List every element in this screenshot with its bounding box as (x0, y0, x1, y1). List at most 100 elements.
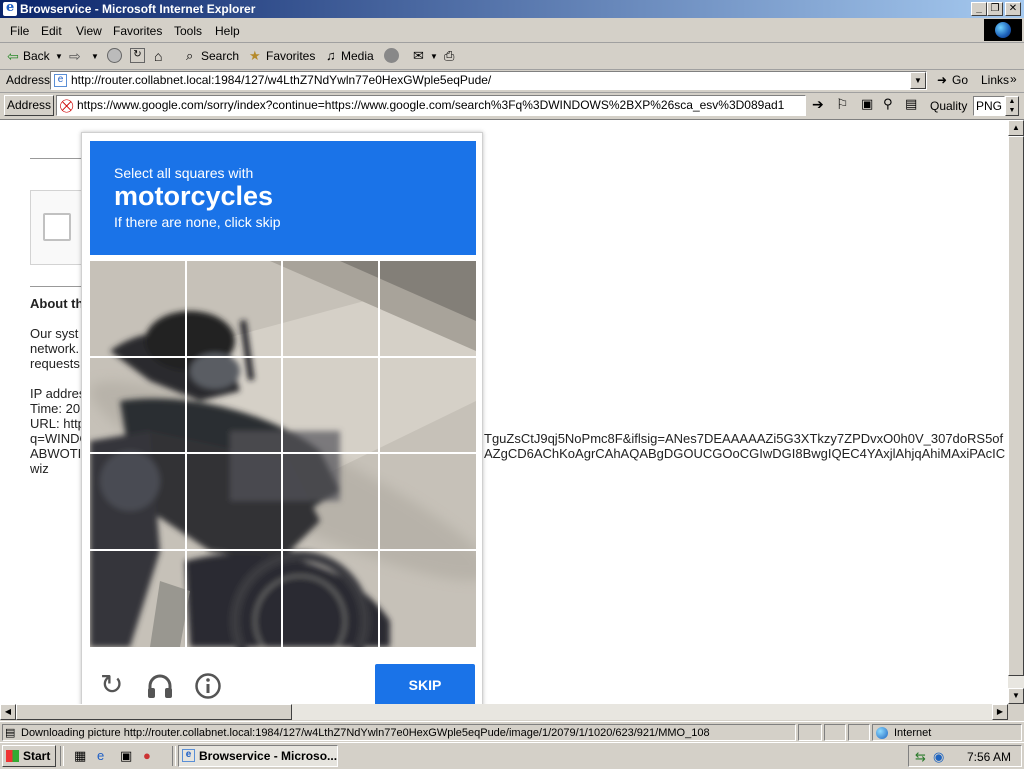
captcha-tile[interactable] (90, 550, 187, 647)
favorites-button[interactable]: Favorites (266, 49, 315, 63)
security-icon[interactable]: ◉ (933, 749, 944, 765)
info-icon[interactable] (194, 672, 222, 700)
network-icon[interactable]: ⇆ (915, 749, 926, 765)
captcha-tile[interactable] (186, 454, 283, 551)
stop-icon[interactable] (107, 48, 122, 63)
start-label: Start (23, 749, 51, 763)
ie-quicklaunch-icon[interactable]: e (97, 748, 104, 763)
go-button[interactable]: Go (952, 73, 968, 87)
forward-dropdown-icon[interactable]: ▼ (91, 52, 99, 61)
maximize-button[interactable]: ❐ (987, 2, 1003, 16)
captcha-tile[interactable] (380, 551, 477, 648)
find-icon[interactable]: ⚲ (883, 96, 893, 112)
forward-arrow-icon[interactable]: ⇨ (69, 48, 84, 64)
search-icon[interactable]: ⌕ (186, 48, 201, 63)
audio-icon[interactable] (146, 672, 174, 700)
minimize-button[interactable]: _ (971, 2, 987, 16)
scroll-left-icon[interactable]: ◀ (0, 704, 16, 720)
save-icon[interactable]: ▣ (861, 96, 873, 112)
menu-edit[interactable]: Edit (41, 24, 62, 38)
skip-button[interactable]: SKIP (375, 664, 475, 706)
inner-address-input[interactable]: ⛒ https://www.google.com/sorry/index?con… (56, 95, 806, 116)
mail-dropdown-icon[interactable]: ▼ (430, 52, 438, 61)
captcha-tile[interactable] (187, 550, 283, 647)
quality-spinner[interactable]: ▲ ▼ (1005, 96, 1019, 116)
vertical-scrollbar[interactable]: ▲ ▼ (1008, 120, 1024, 704)
standard-toolbar: ⇦ Back ▼ ⇨ ▼ ↻ ⌂ ⌕ Search ★ Favorites ♫ … (0, 43, 1024, 70)
url-text: URL: http (30, 416, 85, 431)
ie-icon: e (182, 749, 195, 762)
quality-value: PNG (976, 99, 1003, 113)
page-icon: e (54, 74, 67, 87)
captcha-tile[interactable] (379, 454, 476, 551)
home-icon[interactable]: ⌂ (154, 48, 169, 64)
captcha-tile[interactable] (186, 357, 283, 454)
go-arrow-icon[interactable]: ➜ (937, 73, 947, 87)
captcha-image-grid (90, 261, 476, 647)
menu-help[interactable]: Help (215, 24, 240, 38)
captcha-tile[interactable] (379, 261, 476, 358)
time-text: Time: 20 (30, 401, 81, 416)
captcha-tile[interactable] (90, 261, 187, 358)
captcha-tile[interactable] (90, 454, 187, 551)
quality-input[interactable]: PNG (973, 96, 1005, 116)
captcha-header: Select all squares with motorcycles If t… (90, 141, 476, 255)
insecure-icon: ⛒ (60, 98, 74, 113)
captcha-tile[interactable] (186, 261, 283, 358)
status-text-panel: ▤ Downloading picture http://router.coll… (2, 724, 796, 741)
go-arrow-icon[interactable]: ➔ (812, 96, 824, 113)
favorites-icon[interactable]: ★ (249, 48, 264, 63)
ip-address-text: IP addres (30, 386, 86, 401)
scroll-thumb[interactable] (1008, 136, 1024, 676)
address-dropdown-icon[interactable]: ▼ (910, 72, 926, 89)
url-text: wiz (30, 461, 49, 476)
print-icon[interactable]: ⎙ (444, 48, 459, 63)
horizontal-scrollbar[interactable]: ◀ ▶ (0, 704, 1008, 720)
menu-favorites[interactable]: Favorites (113, 24, 162, 38)
system-tray: ⇆ ◉ 7:56 AM (908, 745, 1022, 767)
captcha-tile[interactable] (283, 550, 380, 647)
taskbar-divider (60, 746, 64, 766)
menu-tools[interactable]: Tools (174, 24, 202, 38)
quality-label: Quality (930, 99, 968, 113)
media-icon[interactable]: ♫ (326, 48, 341, 63)
inner-address-label: Address (4, 95, 54, 116)
info-text: Our syst (30, 326, 79, 341)
task-label: Browservice - Microso... (199, 749, 338, 763)
start-button[interactable]: Start (2, 745, 56, 767)
mail-icon[interactable]: ✉ (413, 48, 428, 63)
back-button[interactable]: Back (23, 49, 50, 63)
media-player-quicklaunch-icon[interactable]: ● (143, 748, 151, 763)
search-button[interactable]: Search (201, 49, 239, 63)
captcha-tile[interactable] (90, 357, 187, 454)
close-button[interactable]: ✕ (1005, 2, 1021, 16)
menu-file[interactable]: File (10, 24, 29, 38)
menu-view[interactable]: View (76, 24, 102, 38)
taskbar-task-browservice[interactable]: e Browservice - Microso... (178, 745, 338, 767)
address-input[interactable]: e http://router.collabnet.local:1984/127… (50, 71, 927, 90)
scroll-down-icon[interactable]: ▼ (1008, 688, 1024, 704)
captcha-tile[interactable] (283, 261, 380, 358)
scroll-thumb[interactable] (16, 704, 292, 720)
reload-icon[interactable]: ↻ (100, 669, 123, 701)
captcha-hint: If there are none, click skip (114, 214, 281, 230)
refresh-icon[interactable]: ↻ (130, 48, 145, 63)
scroll-right-icon[interactable]: ▶ (992, 704, 1008, 720)
captcha-tile[interactable] (379, 358, 476, 454)
links-button[interactable]: Links (981, 73, 1009, 87)
back-dropdown-icon[interactable]: ▼ (55, 52, 63, 61)
history-icon[interactable] (384, 48, 399, 63)
show-desktop-icon[interactable]: ▦ (74, 748, 86, 764)
title-bar: Browservice - Microsoft Internet Explore… (0, 0, 1024, 18)
media-button[interactable]: Media (341, 49, 374, 63)
globe-icon (995, 22, 1011, 38)
scroll-up-icon[interactable]: ▲ (1008, 120, 1024, 136)
bookmark-icon[interactable]: ⚐ (836, 96, 849, 113)
captcha-tile[interactable] (283, 357, 380, 454)
back-arrow-icon[interactable]: ⇦ (7, 48, 22, 64)
clipboard-icon[interactable]: ▤ (905, 96, 917, 112)
captcha-tile[interactable] (283, 454, 380, 551)
explorer-quicklaunch-icon[interactable]: ▣ (120, 748, 132, 764)
chevron-right-icon[interactable]: » (1010, 72, 1017, 86)
recaptcha-checkbox[interactable] (43, 213, 71, 241)
